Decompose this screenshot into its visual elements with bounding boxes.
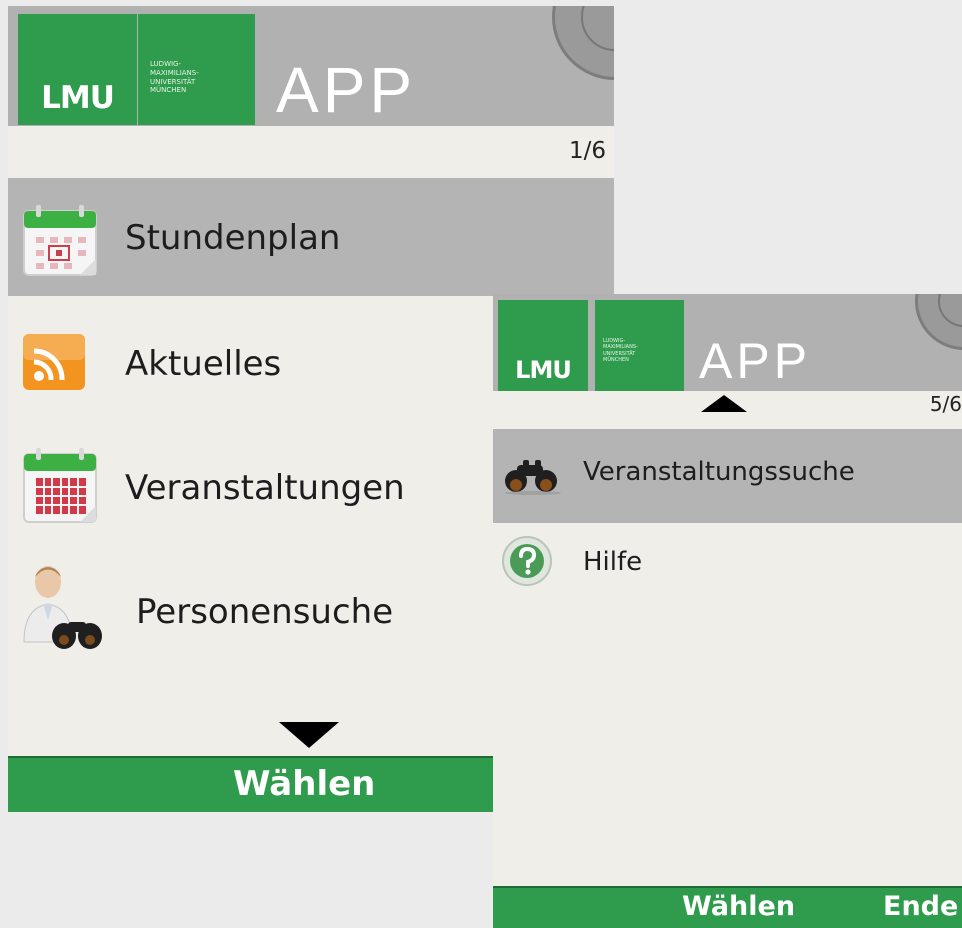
events-calendar-icon xyxy=(23,448,97,523)
page-indicator: 1/6 xyxy=(568,138,606,164)
help-icon xyxy=(502,536,552,586)
lmu-logo: LMU xyxy=(18,14,137,125)
menu-item-label: Veranstaltungen xyxy=(125,468,405,508)
lmu-logo: LMU xyxy=(498,300,588,391)
select-softkey[interactable]: Wählen xyxy=(233,764,375,804)
menu-item-label: Stundenplan xyxy=(125,218,341,258)
menu-item-hilfe[interactable]: Hilfe xyxy=(493,523,962,623)
app-screen-submenu: LMU Ludwig- Maximilians- Universität Mün… xyxy=(493,294,962,928)
app-header: LMU Ludwig- Maximilians- Universität Mün… xyxy=(493,294,962,391)
down-arrow-icon[interactable] xyxy=(279,722,339,748)
rss-feed-icon xyxy=(23,334,85,390)
calendar-icon xyxy=(23,205,97,276)
page-indicator-row: 1/6 xyxy=(8,126,614,178)
university-logo: Ludwig- Maximilians- Universität München xyxy=(138,14,255,125)
up-arrow-icon[interactable] xyxy=(701,395,747,412)
exit-softkey[interactable]: Ende xyxy=(883,891,958,922)
menu-item-label: Veranstaltungssuche xyxy=(583,457,855,487)
university-logo: Ludwig- Maximilians- Universität München xyxy=(595,300,684,391)
university-name: Ludwig- Maximilians- Universität München xyxy=(603,338,638,363)
page-indicator: 5/6 xyxy=(929,392,962,416)
binoculars-icon xyxy=(505,460,561,495)
university-name: Ludwig- Maximilians- Universität München xyxy=(150,60,199,95)
app-title: APP xyxy=(276,54,417,126)
lmu-logo-text: LMU xyxy=(41,80,115,117)
person-search-icon xyxy=(23,566,102,649)
page-indicator-row: 5/6 xyxy=(493,391,962,429)
select-softkey[interactable]: Wählen xyxy=(682,891,795,922)
university-seal-icon xyxy=(552,6,614,80)
softkey-bar: Wählen Ende xyxy=(493,886,962,928)
menu-item-label: Personensuche xyxy=(136,592,394,632)
menu-item-veranstaltungssuche[interactable]: Veranstaltungssuche xyxy=(493,429,962,523)
lmu-logo-text: LMU xyxy=(515,355,572,384)
app-header: LMU Ludwig- Maximilians- Universität Mün… xyxy=(8,6,614,126)
menu-item-stundenplan[interactable]: Stundenplan xyxy=(8,178,614,296)
university-seal-icon xyxy=(915,294,962,350)
app-title: APP xyxy=(699,333,812,389)
menu-item-label: Hilfe xyxy=(583,547,643,577)
menu-item-label: Aktuelles xyxy=(125,344,282,384)
